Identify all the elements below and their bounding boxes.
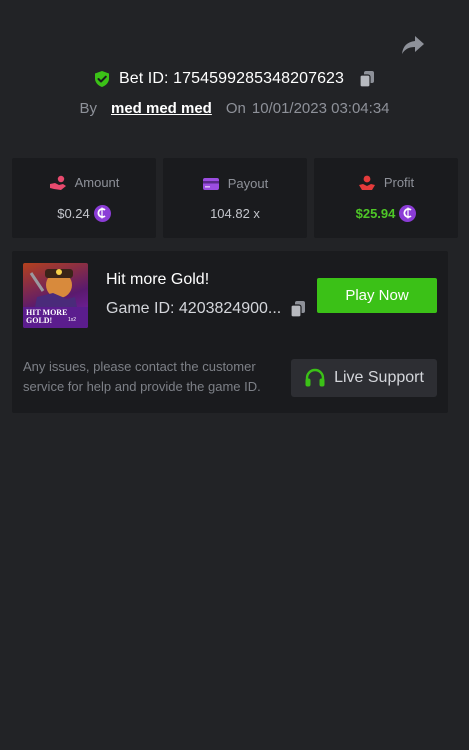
verified-shield-icon [93,70,111,88]
game-title: Hit more Gold! [106,271,210,288]
hand-money-icon [358,175,376,191]
bet-stats: Amount $0.24 Payout 104.82 x Profit $25.… [12,158,458,238]
support-help-text: Any issues, please contact the customer … [23,359,261,394]
amount-label: Amount [74,175,120,190]
copy-game-id-icon[interactable] [289,300,307,318]
share-icon [401,35,425,60]
copy-bet-id-icon[interactable] [358,70,376,88]
amount-value: $0.24 [57,205,90,221]
bet-id-row: Bet ID: 1754599285348207623 [0,66,469,92]
live-support-button[interactable]: Live Support [291,359,437,397]
coin-icon [93,204,111,222]
headset-icon [304,368,326,388]
share-button[interactable] [398,34,428,60]
live-support-label: Live Support [334,369,424,386]
payout-stat: Payout 104.82 x [163,158,307,238]
play-now-button[interactable]: Play Now [317,278,437,313]
card-icon [202,176,220,192]
profit-value: $25.94 [355,205,396,221]
thumbnail-badge: 1x2 [68,317,77,323]
hand-coins-icon [49,175,67,191]
profit-label: Profit [383,175,415,190]
on-label: On [225,99,246,117]
game-thumbnail[interactable]: HIT MORE GOLD! 1x2 [23,263,88,328]
game-id-row: Game ID: 4203824900... [106,300,307,318]
author-row: By med med med On 10/01/2023 03:04:34 [0,96,469,120]
bet-id-text: Bet ID: 1754599285348207623 [118,70,345,87]
by-label: By [79,99,97,117]
bet-datetime: 10/01/2023 03:04:34 [251,99,390,117]
coin-icon [399,204,417,222]
payout-value: 104.82 x [210,205,260,221]
amount-stat: Amount $0.24 [12,158,156,238]
game-id-text: Game ID: 4203824900... [106,300,282,317]
payout-label: Payout [227,176,269,191]
thumbnail-title: HIT MORE GOLD! [26,308,68,325]
username-link[interactable]: med med med [111,100,212,117]
game-card: HIT MORE GOLD! 1x2 Hit more Gold! Game I… [12,251,448,413]
profit-stat: Profit $25.94 [314,158,458,238]
